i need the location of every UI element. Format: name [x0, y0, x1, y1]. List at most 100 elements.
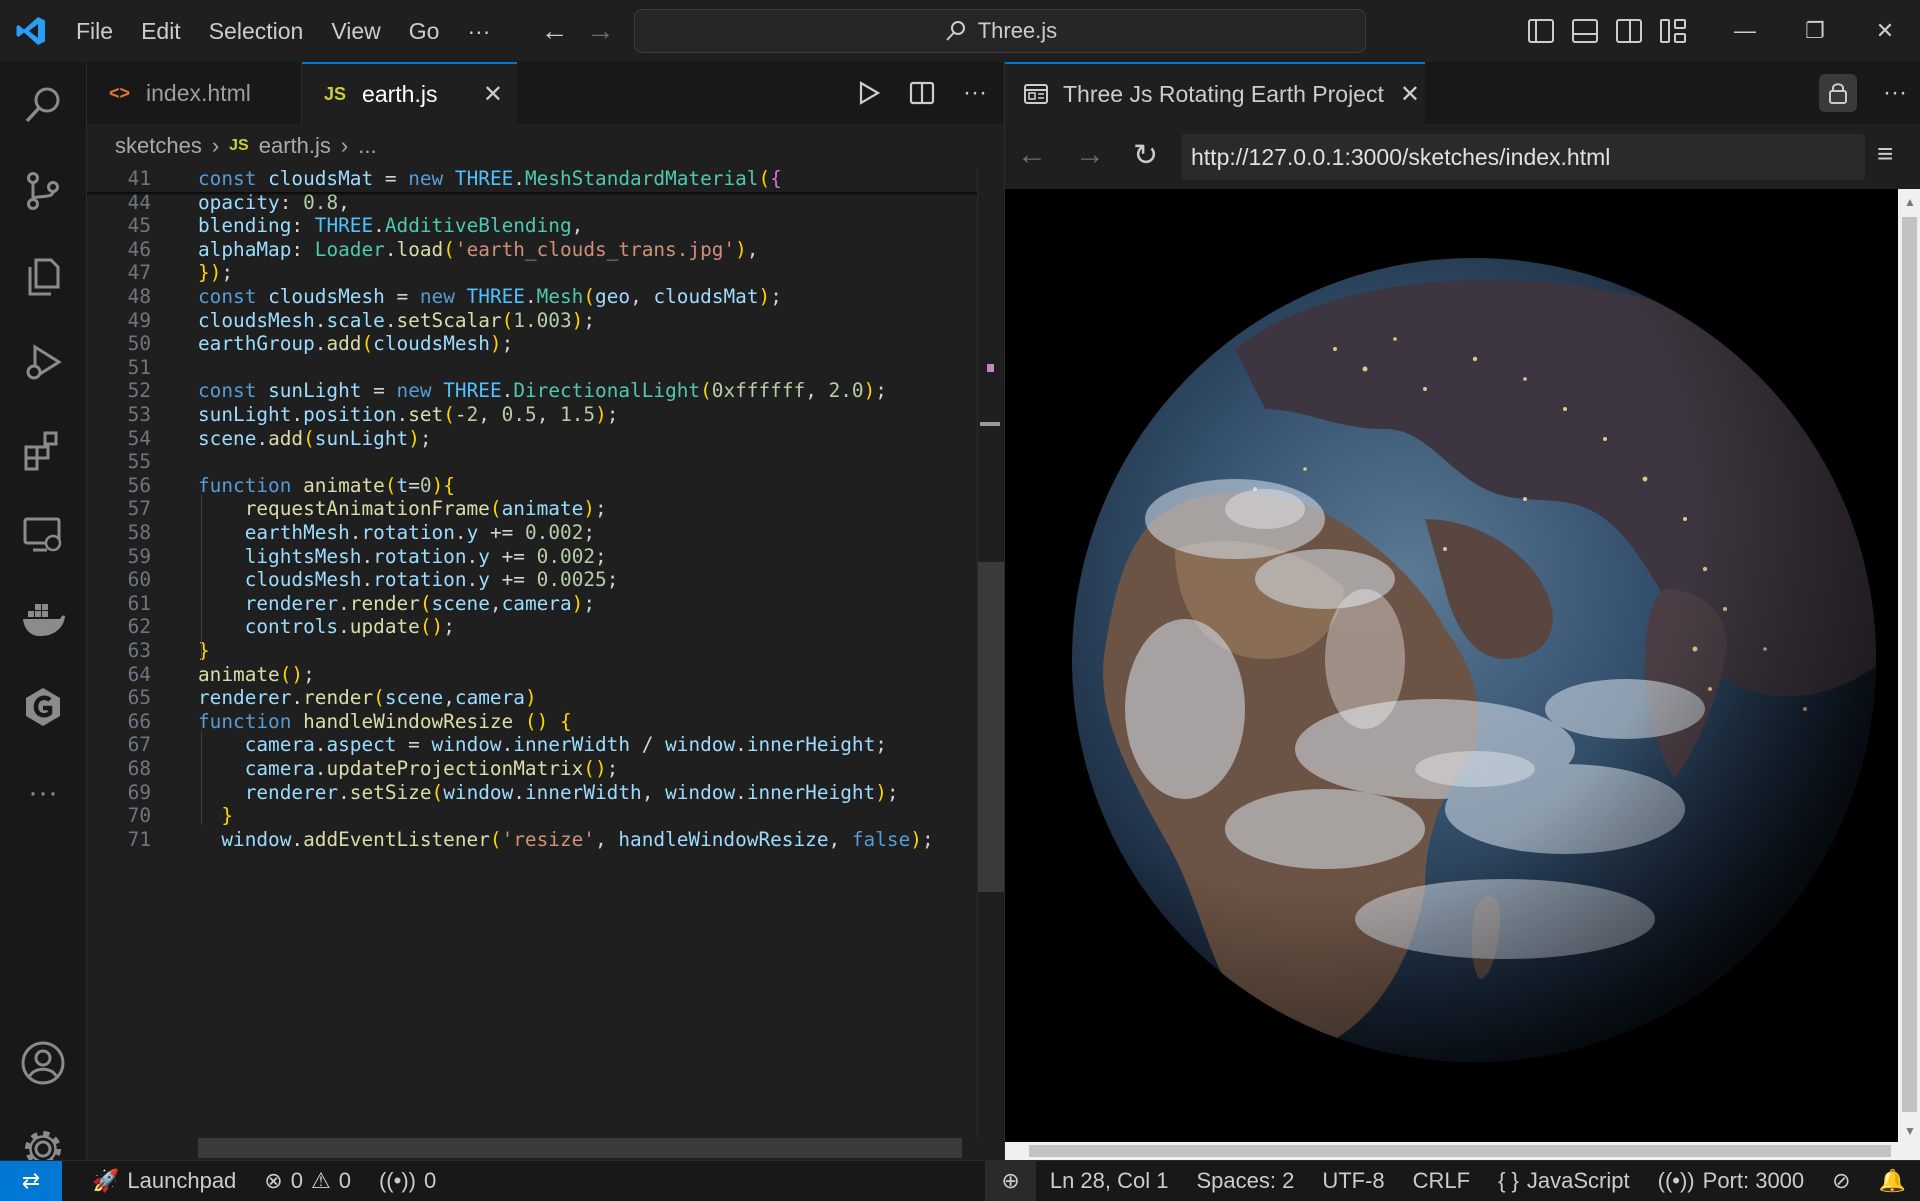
scrollbar-thumb[interactable]: [1029, 1145, 1891, 1157]
code-token: innerHeight: [746, 733, 876, 757]
code-token: renderer: [198, 686, 292, 710]
scrollbar-thumb[interactable]: [978, 562, 1004, 892]
code-token: alphaMap: [198, 237, 292, 261]
code-token: scene: [431, 591, 490, 615]
close-tab-icon[interactable]: ✕: [1400, 80, 1420, 109]
reload-icon[interactable]: ↻: [1133, 138, 1158, 173]
activity-bar: ···: [0, 62, 87, 1167]
code-punct: ;: [606, 403, 619, 426]
lock-group-icon[interactable]: [1819, 74, 1857, 112]
explorer-files-icon[interactable]: [0, 242, 86, 312]
browser-viewport[interactable]: [1005, 189, 1898, 1142]
toggle-secondary-sidebar-icon[interactable]: [1616, 19, 1642, 43]
code-punct: =: [408, 473, 420, 497]
code-punct: .: [256, 426, 269, 450]
menu-go[interactable]: Go: [395, 18, 454, 45]
scroll-up-arrow-icon[interactable]: ▲: [1904, 195, 1916, 209]
breadcrumb-symbols[interactable]: ...: [358, 133, 376, 159]
tab-earth-js[interactable]: JS earth.js ✕: [302, 62, 517, 124]
close-tab-icon[interactable]: ✕: [483, 80, 503, 109]
menu-edit[interactable]: Edit: [127, 18, 195, 45]
code-token: cloudsMesh: [373, 332, 490, 356]
toggle-panel-icon[interactable]: [1572, 19, 1598, 43]
menu-more[interactable]: ···: [453, 18, 504, 45]
browser-horizontal-scrollbar[interactable]: [1005, 1142, 1920, 1160]
rotating-earth-render: [1072, 258, 1876, 1062]
code-token: Mesh: [536, 285, 584, 308]
back-arrow-icon[interactable]: ←: [540, 15, 568, 47]
run-debug-icon[interactable]: [0, 328, 86, 398]
toggle-primary-sidebar-icon[interactable]: [1528, 19, 1554, 43]
code-token: sunLight: [314, 426, 409, 450]
code-bracket: (: [279, 662, 292, 686]
accounts-icon[interactable]: [0, 1028, 86, 1098]
code-punct: [291, 710, 303, 733]
code-punct: [817, 379, 829, 402]
customize-layout-icon[interactable]: [1660, 19, 1686, 43]
url-input[interactable]: http://127.0.0.1:3000/sketches/index.htm…: [1181, 134, 1865, 180]
more-views-icon[interactable]: ···: [0, 758, 86, 828]
menu-file[interactable]: File: [62, 18, 127, 45]
code-token: THREE: [443, 379, 502, 403]
gitlens-icon[interactable]: [0, 672, 86, 742]
live-server-port[interactable]: ((•)) Port: 3000: [1644, 1168, 1819, 1194]
more-actions-icon[interactable]: ···: [963, 79, 987, 107]
editor-vertical-scrollbar[interactable]: [977, 168, 1004, 1138]
code-line[interactable]: 71 window.addEventListener('resize', han…: [87, 825, 977, 854]
indent-guide: [201, 494, 202, 660]
code-punct: :: [291, 237, 304, 261]
code-token: Loader: [314, 237, 385, 261]
language-label: JavaScript: [1526, 1168, 1630, 1193]
problems-status[interactable]: ⊗ 0 ⚠ 0: [250, 1168, 365, 1194]
code-token: renderer: [244, 591, 339, 615]
tab-simple-browser[interactable]: Three Js Rotating Earth Project ✕: [1005, 62, 1425, 124]
code-punct: [198, 497, 245, 520]
command-center-label: Three.js: [977, 18, 1058, 43]
menu-view[interactable]: View: [317, 18, 394, 45]
scrollbar-thumb[interactable]: [1902, 217, 1917, 1112]
browser-back-icon[interactable]: ←: [1017, 138, 1047, 172]
editor-horizontal-scrollbar[interactable]: [198, 1138, 962, 1158]
hamburger-menu-icon[interactable]: ≡: [1877, 138, 1893, 170]
ports-status[interactable]: ((•)) 0: [365, 1168, 450, 1194]
split-editor-icon[interactable]: [909, 80, 935, 106]
extensions-icon[interactable]: [0, 414, 86, 484]
remote-indicator-icon[interactable]: ⇄: [0, 1161, 62, 1201]
zoom-status[interactable]: ⊕: [985, 1161, 1036, 1201]
docker-icon[interactable]: [0, 586, 86, 656]
source-control-icon[interactable]: [0, 156, 86, 226]
code-punct: [198, 781, 245, 804]
code-punct: [653, 781, 665, 804]
indentation[interactable]: Spaces: 2: [1182, 1168, 1308, 1194]
copilot-status-icon[interactable]: ⊘: [1818, 1168, 1864, 1194]
minimize-icon[interactable]: —: [1710, 0, 1780, 62]
tab-index-html[interactable]: <> index.html: [87, 62, 302, 124]
restore-icon[interactable]: ❐: [1780, 0, 1850, 62]
language-mode[interactable]: { } JavaScript: [1484, 1168, 1644, 1194]
more-actions-icon[interactable]: ···: [1883, 62, 1907, 124]
explorer-search-icon[interactable]: [0, 70, 86, 140]
browser-forward-icon[interactable]: →: [1075, 138, 1105, 172]
line-number: 71: [127, 827, 151, 851]
code-punct: .: [373, 214, 385, 238]
breadcrumb-file[interactable]: earth.js: [259, 133, 331, 159]
status-bar: ⇄ 🚀 Launchpad ⊗ 0 ⚠ 0 ((•)) 0 ⊕ Ln 28, C…: [0, 1160, 1920, 1201]
code-token: rotation: [361, 521, 455, 544]
launchpad-status[interactable]: 🚀 Launchpad: [62, 1168, 250, 1194]
code-editor[interactable]: 41 const cloudsMat = new THREE.MeshStanda…: [87, 168, 977, 1138]
close-window-icon[interactable]: ✕: [1850, 0, 1920, 62]
command-center-search[interactable]: Three.js: [634, 9, 1367, 53]
notifications-bell-icon[interactable]: 🔔: [1865, 1168, 1920, 1194]
breadcrumb-folder[interactable]: sketches: [115, 133, 202, 159]
run-file-icon[interactable]: [857, 80, 881, 106]
cursor-position[interactable]: Ln 28, Col 1: [1036, 1168, 1183, 1194]
code-number: 1.003: [513, 308, 572, 332]
forward-arrow-icon[interactable]: →: [586, 15, 614, 47]
line-endings[interactable]: CRLF: [1399, 1168, 1484, 1194]
browser-vertical-scrollbar[interactable]: ▲ ▼: [1898, 189, 1920, 1142]
scroll-down-arrow-icon[interactable]: ▼: [1904, 1124, 1916, 1138]
menu-selection[interactable]: Selection: [195, 18, 318, 45]
remote-explorer-icon[interactable]: [0, 500, 86, 570]
file-encoding[interactable]: UTF-8: [1308, 1168, 1398, 1194]
code-bracket: ): [583, 497, 595, 521]
